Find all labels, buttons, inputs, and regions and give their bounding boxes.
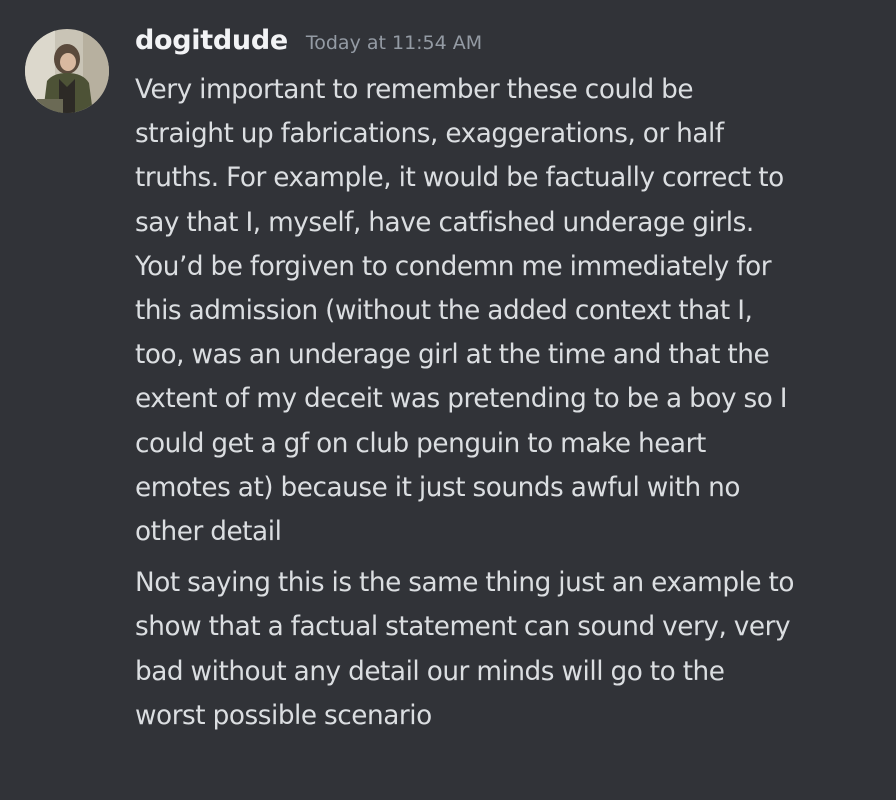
message-paragraph: Very important to remember these could b… <box>135 68 880 554</box>
message-header: dogitdude Today at 11:54 AM <box>135 25 482 69</box>
message-line: worst possible scenario <box>135 700 432 731</box>
message-line: too, was an underage girl at the time an… <box>135 340 770 371</box>
message-line: truths. For example, it would be factual… <box>135 163 784 194</box>
author-username[interactable]: dogitdude <box>135 25 288 56</box>
chat-message: dogitdude Today at 11:54 AM Very importa… <box>0 0 896 800</box>
message-line: show that a factual statement can sound … <box>135 612 791 643</box>
message-line: You’d be forgiven to condemn me immediat… <box>135 251 772 282</box>
avatar-photo-icon <box>25 29 109 113</box>
message-timestamp[interactable]: Today at 11:54 AM <box>306 32 482 54</box>
message-line: extent of my deceit was pretending to be… <box>135 384 788 415</box>
user-avatar[interactable] <box>25 29 109 113</box>
message-line: Not saying this is the same thing just a… <box>135 568 795 599</box>
message-line: could get a gf on club penguin to make h… <box>135 428 706 459</box>
message-line: bad without any detail our minds will go… <box>135 656 725 687</box>
message-line: say that I, myself, have catfished under… <box>135 207 754 238</box>
message-line: Very important to remember these could b… <box>135 75 694 105</box>
message-line: other detail <box>135 517 282 548</box>
message-content: Very important to remember these could b… <box>135 68 880 738</box>
message-line: this admission (without the added contex… <box>135 296 753 327</box>
message-line: straight up fabrications, exaggerations,… <box>135 119 724 150</box>
message-paragraph: Not saying this is the same thing just a… <box>135 561 880 738</box>
message-line: emotes at) because it just sounds awful … <box>135 472 740 503</box>
